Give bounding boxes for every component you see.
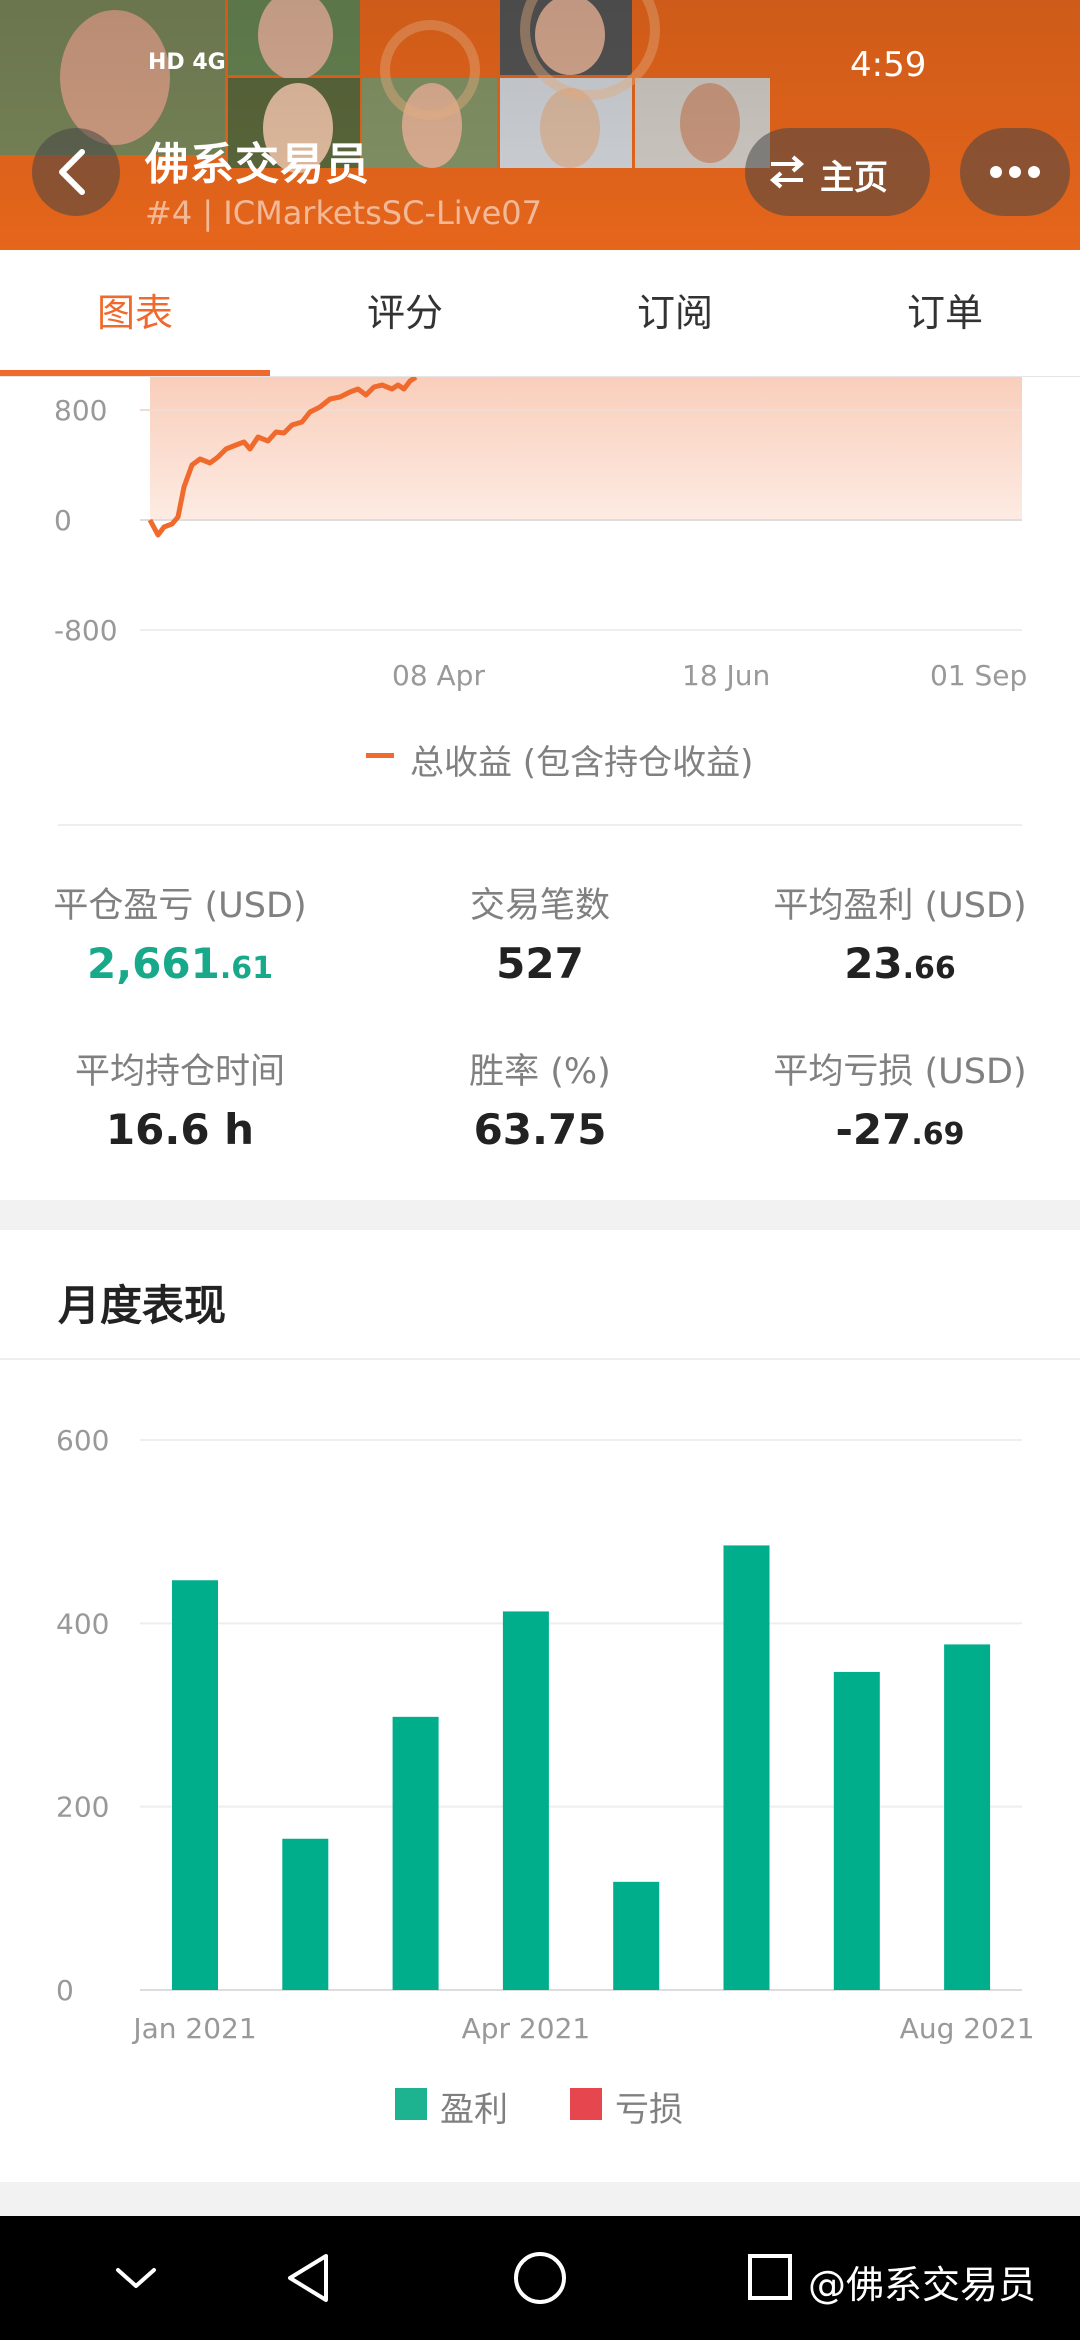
stat-label-avg-loss: 平均亏损 (USD) [773, 1052, 1027, 1092]
equity-chart [140, 377, 1022, 631]
x-tick-label: 01 Sep [930, 659, 1028, 692]
bar-jul-2021 [833, 1671, 880, 1990]
legend-label-profit: 盈利 [440, 2090, 508, 2130]
stat-label-avg-profit: 平均盈利 (USD) [773, 886, 1027, 926]
section-title: 月度表现 [58, 1281, 227, 1330]
equity-card: 800 0 -800 08 Apr 18 Jun 01 Sep 总收益 (包含持… [0, 377, 1080, 1200]
x-tick-label: Jan 2021 [131, 2012, 256, 2045]
y-tick-label: 400 [56, 1607, 109, 1640]
tab-orders[interactable]: 订单 [810, 250, 1080, 376]
stat-label-win-rate: 胜率 (%) [469, 1052, 611, 1092]
y-tick-label: -800 [54, 614, 118, 647]
stat-label-closed-pnl: 平仓盈亏 (USD) [53, 886, 307, 926]
active-tab-indicator [0, 370, 270, 376]
stat-value-avg-loss: -27.69 [835, 1105, 965, 1154]
bar-may-2021 [613, 1881, 660, 1990]
legend-swatch-loss [570, 2088, 602, 2120]
bar-aug-2021 [944, 1644, 991, 1990]
bar-apr-2021 [502, 1611, 549, 1990]
more-button[interactable] [960, 128, 1070, 216]
monthly-card: 月度表现 600 400 200 0 Jan 2021 Apr 2021 Aug 2021 … [0, 1230, 1080, 2182]
system-nav-bar: @佛系交易员 [0, 2216, 1080, 2340]
x-tick-label: 18 Jun [682, 659, 771, 692]
stat-value-avg-hold-time: 16.6 h [105, 1105, 255, 1154]
page-title: 佛系交易员 [145, 139, 370, 190]
bar-jun-2021 [723, 1545, 770, 1990]
tab-rating[interactable]: 评分 [270, 250, 540, 376]
watermark: @佛系交易员 [808, 2263, 1037, 2307]
stat-value-trade-count: 527 [496, 939, 584, 988]
network-indicator: HD 4G [148, 50, 226, 75]
bar-jan-2021 [172, 1580, 218, 1990]
tab-bar: 图表 评分 订阅 订单 [0, 250, 1080, 377]
recent-apps-icon[interactable] [746, 2252, 794, 2302]
collapse-icon[interactable] [112, 2260, 160, 2296]
y-tick-label: 0 [54, 504, 72, 537]
tab-chart[interactable]: 图表 [0, 250, 270, 376]
bar-feb-2021 [282, 1838, 329, 1990]
divider [0, 1358, 1080, 1360]
legend-label-loss: 亏损 [615, 2090, 683, 2130]
stat-value-avg-profit: 23.66 [844, 939, 956, 988]
monthly-bar-chart: 600 400 200 0 Jan 2021 Apr 2021 Aug 2021 [56, 1424, 1035, 2045]
equity-area-fill [150, 377, 1022, 520]
account-subtitle: #4 | ICMarketsSC-Live07 [145, 194, 543, 232]
status-time: 4:59 [850, 45, 927, 85]
legend-label: 总收益 (包含持仓收益) [410, 743, 754, 783]
chevron-left-icon [59, 149, 85, 195]
back-icon[interactable] [282, 2250, 334, 2306]
bar-mar-2021 [392, 1716, 439, 1990]
stat-value-closed-pnl: 2,661.61 [86, 939, 273, 988]
more-dots-icon [990, 166, 1040, 178]
swap-arrows-icon [769, 155, 805, 189]
back-button[interactable] [32, 128, 120, 216]
x-tick-label: Aug 2021 [900, 2012, 1035, 2045]
divider [58, 824, 1022, 826]
stat-value-win-rate: 63.75 [473, 1105, 607, 1154]
stat-label-avg-hold-time: 平均持仓时间 [74, 1052, 285, 1092]
y-tick-label: 200 [56, 1791, 109, 1824]
y-tick-label: 0 [56, 1974, 74, 2007]
legend-swatch [366, 753, 394, 758]
x-tick-label: 08 Apr [392, 659, 485, 692]
tab-subscribe[interactable]: 订阅 [540, 250, 810, 376]
stat-label-trade-count: 交易笔数 [469, 886, 610, 926]
home-button-label: 主页 [820, 158, 888, 198]
legend-swatch-profit [395, 2088, 427, 2120]
home-button[interactable]: 主页 [745, 128, 930, 216]
y-tick-label: 600 [56, 1424, 109, 1457]
x-tick-label: Apr 2021 [462, 2012, 591, 2045]
home-icon[interactable] [512, 2250, 568, 2306]
y-tick-label: 800 [54, 394, 108, 427]
